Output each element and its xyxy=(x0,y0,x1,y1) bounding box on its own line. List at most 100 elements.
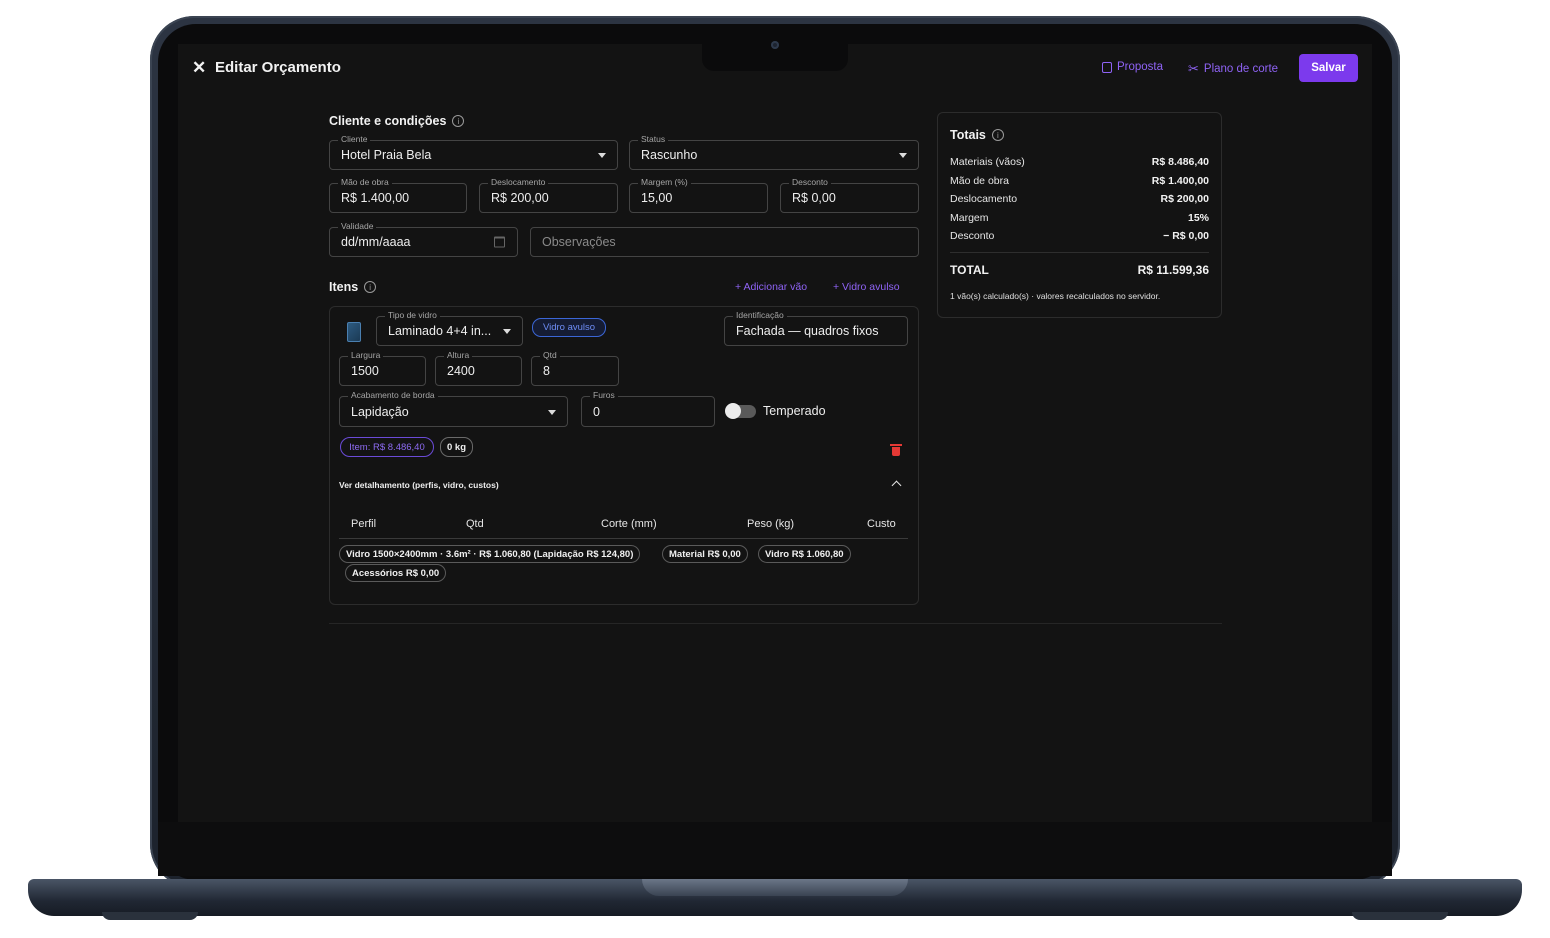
totals-materials-value: R$ 8.486,40 xyxy=(1151,156,1209,168)
totals-footnote: 1 vão(s) calculado(s) · valores recalcul… xyxy=(950,291,1161,301)
table-header-qty: Qtd xyxy=(466,518,484,530)
validity-label: Validade xyxy=(338,221,377,231)
edge-finish-value: Lapidação xyxy=(351,404,409,419)
totals-discount-value: − R$ 0,00 xyxy=(1163,230,1209,242)
identification-value: Fachada — quadros fixos xyxy=(736,324,879,338)
quantity-value: 8 xyxy=(543,364,550,378)
totals-title: Totais i xyxy=(950,128,1004,142)
table-divider xyxy=(339,538,908,539)
status-select[interactable]: Status Rascunho xyxy=(629,134,919,170)
travel-input[interactable]: Deslocamento R$ 200,00 xyxy=(479,177,618,213)
chevron-down-icon xyxy=(899,153,907,158)
height-input[interactable]: Altura 2400 xyxy=(435,350,522,386)
holes-value: 0 xyxy=(593,404,600,419)
glass-pane-icon xyxy=(347,322,361,342)
width-value: 1500 xyxy=(351,364,379,378)
weight-badge: 0 kg xyxy=(440,437,473,457)
tempered-toggle[interactable] xyxy=(725,403,756,419)
proposal-link-label: Proposta xyxy=(1117,61,1164,73)
quantity-input[interactable]: Qtd 8 xyxy=(531,350,619,386)
table-header-cut: Corte (mm) xyxy=(601,518,657,530)
client-value: Hotel Praia Bela xyxy=(341,148,432,162)
totals-margin-value: 15% xyxy=(1187,212,1209,224)
width-label: Largura xyxy=(348,350,384,360)
page-title: Editar Orçamento xyxy=(215,59,341,76)
cut-plan-link-label: Plano de corte xyxy=(1203,63,1279,75)
labor-input[interactable]: Mão de obra R$ 1.400,00 xyxy=(329,177,467,213)
client-section-title-text: Cliente e condições xyxy=(329,114,447,128)
holes-label: Furos xyxy=(590,390,618,400)
calendar-icon[interactable] xyxy=(494,236,505,248)
table-header-profile: Perfil xyxy=(351,518,377,530)
glass-type-select[interactable]: Tipo de vidro Laminado 4+4 in... xyxy=(376,310,523,346)
totals-discount-label: Desconto xyxy=(950,230,995,242)
notes-input[interactable]: Observações xyxy=(530,227,919,257)
identification-label: Identificação xyxy=(733,310,787,320)
document-icon xyxy=(1102,61,1112,73)
labor-value: R$ 1.400,00 xyxy=(341,191,410,205)
table-header-cost: Custo xyxy=(867,518,896,530)
camera-icon xyxy=(771,41,779,49)
quantity-label: Qtd xyxy=(540,350,560,360)
margin-value: 15,00 xyxy=(641,191,673,205)
status-value: Rascunho xyxy=(641,148,698,162)
totals-travel-label: Deslocamento xyxy=(950,193,1018,205)
client-select[interactable]: Cliente Hotel Praia Bela xyxy=(329,134,618,170)
totals-divider xyxy=(950,252,1209,253)
validity-value: dd/mm/aaaa xyxy=(341,235,411,249)
discount-input[interactable]: Desconto R$ 0,00 xyxy=(780,177,919,213)
client-section-title: Cliente e condições i xyxy=(329,114,465,128)
add-loose-glass-button[interactable]: + Vidro avulso xyxy=(833,281,900,293)
info-icon[interactable]: i xyxy=(991,129,1004,141)
trash-icon[interactable] xyxy=(890,444,902,456)
totals-labor-label: Mão de obra xyxy=(950,175,1009,187)
glass-cost-chip: Vidro R$ 1.060,80 xyxy=(758,545,851,563)
table-header-weight: Peso (kg) xyxy=(747,518,795,530)
totals-labor-value: R$ 1.400,00 xyxy=(1151,175,1209,187)
totals-travel-value: R$ 200,00 xyxy=(1160,193,1209,205)
info-icon[interactable]: i xyxy=(364,281,377,293)
totals-materials-label: Materiais (vãos) xyxy=(950,156,1025,168)
holes-input[interactable]: Furos 0 xyxy=(581,390,715,427)
travel-label: Deslocamento xyxy=(488,177,549,187)
proposal-link[interactable]: Proposta xyxy=(1102,61,1163,73)
width-input[interactable]: Largura 1500 xyxy=(339,350,426,386)
cut-plan-link[interactable]: ✂ Plano de corte xyxy=(1188,61,1278,77)
margin-input[interactable]: Margem (%) 15,00 xyxy=(629,177,768,213)
height-value: 2400 xyxy=(447,364,475,378)
close-icon[interactable]: ✕ xyxy=(192,58,206,78)
items-section-title: Itens i xyxy=(329,280,377,294)
details-toggle-label[interactable]: Ver detalhamento (perfis, vidro, custos) xyxy=(339,480,499,490)
margin-label: Margem (%) xyxy=(638,177,691,187)
discount-label: Desconto xyxy=(789,177,831,187)
glass-detail-chip: Vidro 1500×2400mm · 3.6m² · R$ 1.060,80 … xyxy=(339,545,641,563)
toggle-knob xyxy=(725,403,741,419)
loose-glass-badge: Vidro avulso xyxy=(532,318,606,337)
travel-value: R$ 200,00 xyxy=(491,191,549,205)
client-label: Cliente xyxy=(338,134,371,144)
validity-date-input[interactable]: Validade dd/mm/aaaa xyxy=(329,221,518,257)
edge-finish-select[interactable]: Acabamento de borda Lapidação xyxy=(339,390,568,427)
notes-placeholder: Observações xyxy=(542,235,616,249)
app-screen: ✕ Editar Orçamento Proposta ✂ Plano de c… xyxy=(178,44,1372,822)
chevron-down-icon xyxy=(503,329,511,334)
section-divider xyxy=(329,623,1222,624)
totals-title-text: Totais xyxy=(950,128,986,142)
total-label: TOTAL xyxy=(950,263,989,277)
edge-finish-label: Acabamento de borda xyxy=(348,390,438,400)
add-opening-button[interactable]: + Adicionar vão xyxy=(735,281,807,293)
items-section-title-text: Itens xyxy=(329,280,359,294)
save-button[interactable]: Salvar xyxy=(1299,54,1358,82)
total-value: R$ 11.599,36 xyxy=(1137,263,1209,277)
screen-chin xyxy=(158,822,1392,876)
labor-label: Mão de obra xyxy=(338,177,392,187)
info-icon[interactable]: i xyxy=(452,115,465,127)
chevron-down-icon xyxy=(598,153,606,158)
glass-type-label: Tipo de vidro xyxy=(385,310,440,320)
identification-input[interactable]: Identificação Fachada — quadros fixos xyxy=(724,310,908,346)
laptop-foot-left xyxy=(102,912,198,920)
laptop-foot-right xyxy=(1352,912,1448,920)
glass-type-value: Laminado 4+4 in... xyxy=(388,324,492,338)
accessories-chip: Acessórios R$ 0,00 xyxy=(345,564,447,582)
chevron-down-icon xyxy=(548,409,556,415)
